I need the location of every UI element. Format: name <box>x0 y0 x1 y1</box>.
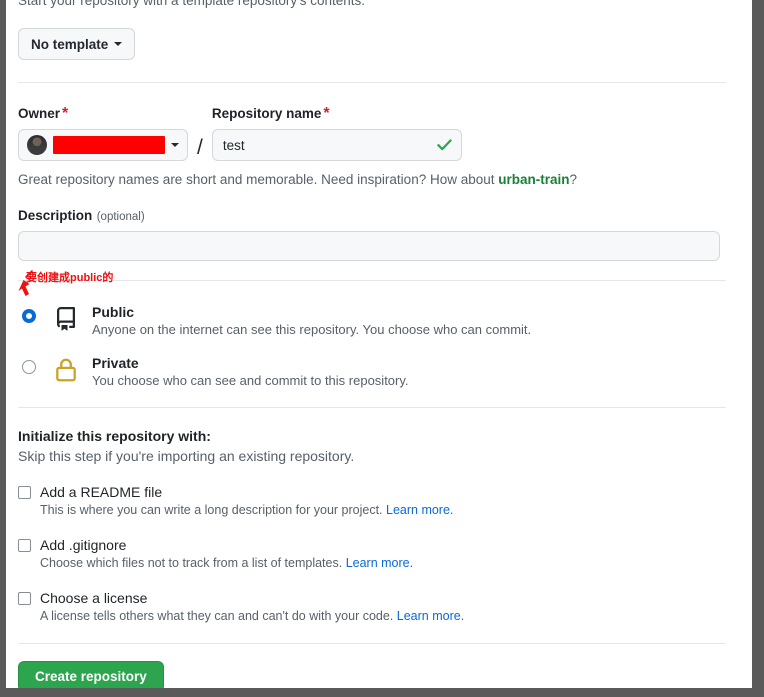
avatar <box>27 135 47 155</box>
owner-name-row: Owner * / Repository name * test <box>18 105 732 161</box>
owner-required-asterisk: * <box>62 105 69 122</box>
suggested-name-link[interactable]: urban-train <box>498 172 569 187</box>
visibility-public-subtitle: Anyone on the internet can see this repo… <box>92 322 532 337</box>
description-optional-label: (optional) <box>96 211 145 223</box>
init-license-description: A license tells others what they can and… <box>40 609 732 623</box>
chevron-down-icon <box>114 42 123 46</box>
description-label-wrap: Description (optional) <box>18 207 732 225</box>
visibility-public-title: Public <box>92 304 135 320</box>
template-row: No template <box>18 10 732 60</box>
owner-field: Owner * <box>18 105 188 161</box>
init-gitignore-description: Choose which files not to track from a l… <box>40 556 732 570</box>
init-gitignore-row[interactable]: Add .gitignore <box>18 537 732 553</box>
description-input[interactable] <box>18 231 720 261</box>
init-gitignore-label[interactable]: Add .gitignore <box>40 537 126 553</box>
path-separator: / <box>197 136 203 159</box>
owner-select[interactable] <box>18 129 188 161</box>
initialize-subtitle: Skip this step if you're importing an ex… <box>18 448 355 464</box>
checkbox-unchecked-icon[interactable] <box>18 538 31 552</box>
repository-name-hint: Great repository names are short and mem… <box>18 170 732 189</box>
radio-private[interactable] <box>22 360 36 374</box>
repo-icon <box>56 307 75 331</box>
divider-initialize <box>18 407 726 408</box>
form-content: Start your repository with a template re… <box>18 0 732 688</box>
visibility-private-subtitle: You choose who can see and commit to thi… <box>92 373 409 388</box>
owner-label: Owner <box>18 106 61 121</box>
repository-name-label: Repository name <box>211 106 322 121</box>
init-license-desc-text: A license tells others what they can and… <box>40 609 397 623</box>
init-readme-label[interactable]: Add a README file <box>40 484 162 500</box>
checkbox-unchecked-icon[interactable] <box>18 485 31 499</box>
repository-name-label-wrap: Repository name * <box>212 105 462 123</box>
visibility-private-text: Private You choose who can see and commi… <box>92 349 409 388</box>
owner-name-redaction <box>53 136 165 154</box>
divider-submit-wrap <box>18 643 732 644</box>
owner-label-wrap: Owner * <box>18 105 188 123</box>
initialize-title: Initialize this repository with: <box>18 428 211 444</box>
init-license-learn-more-link[interactable]: Learn more. <box>397 609 464 623</box>
description-field: Description (optional) <box>18 207 732 261</box>
repository-name-value: test <box>222 137 245 153</box>
repository-name-input[interactable]: test <box>211 129 462 161</box>
no-template-dropdown-button[interactable]: No template <box>18 28 136 60</box>
init-item-license: Choose a license A license tells others … <box>18 590 732 623</box>
visibility-option-public[interactable]: Public Anyone on the internet can see th… <box>18 298 732 337</box>
init-license-label[interactable]: Choose a license <box>40 590 147 606</box>
init-item-readme: Add a README file This is where you can … <box>18 484 732 517</box>
template-description: Start your repository with a template re… <box>18 0 365 8</box>
init-license-row[interactable]: Choose a license <box>18 590 732 606</box>
repository-name-required-asterisk: * <box>323 105 330 122</box>
initialize-section: Initialize this repository with: Skip th… <box>18 428 732 623</box>
init-gitignore-desc-text: Choose which files not to track from a l… <box>40 556 346 570</box>
create-repository-page: Start your repository with a template re… <box>6 0 752 688</box>
visibility-group: Public Anyone on the internet can see th… <box>18 298 732 388</box>
visibility-private-title: Private <box>92 355 139 371</box>
init-item-gitignore: Add .gitignore Choose which files not to… <box>18 537 732 570</box>
hint-prefix: Great repository names are short and mem… <box>18 172 499 187</box>
radio-public[interactable] <box>22 309 36 323</box>
hint-suffix: ? <box>569 172 578 187</box>
divider-submit <box>18 643 726 644</box>
chevron-down-icon <box>171 143 179 147</box>
checkbox-unchecked-icon[interactable] <box>18 591 31 605</box>
visibility-option-private[interactable]: Private You choose who can see and commi… <box>18 349 732 388</box>
init-readme-row[interactable]: Add a README file <box>18 484 732 500</box>
create-repository-button[interactable]: Create repository <box>18 661 164 688</box>
init-readme-description: This is where you can write a long descr… <box>40 503 732 517</box>
lock-icon <box>56 358 76 382</box>
visibility-public-text: Public Anyone on the internet can see th… <box>92 298 531 337</box>
screenshot-viewport: Start your repository with a template re… <box>0 0 764 697</box>
init-readme-learn-more-link[interactable]: Learn more. <box>386 503 453 517</box>
init-readme-desc-text: This is where you can write a long descr… <box>40 503 386 517</box>
no-template-label: No template <box>31 36 109 52</box>
check-icon <box>437 139 452 151</box>
description-label: Description <box>18 208 93 223</box>
repository-name-field: Repository name * test <box>211 105 462 161</box>
init-gitignore-learn-more-link[interactable]: Learn more. <box>346 556 413 570</box>
divider-visibility <box>18 280 726 281</box>
